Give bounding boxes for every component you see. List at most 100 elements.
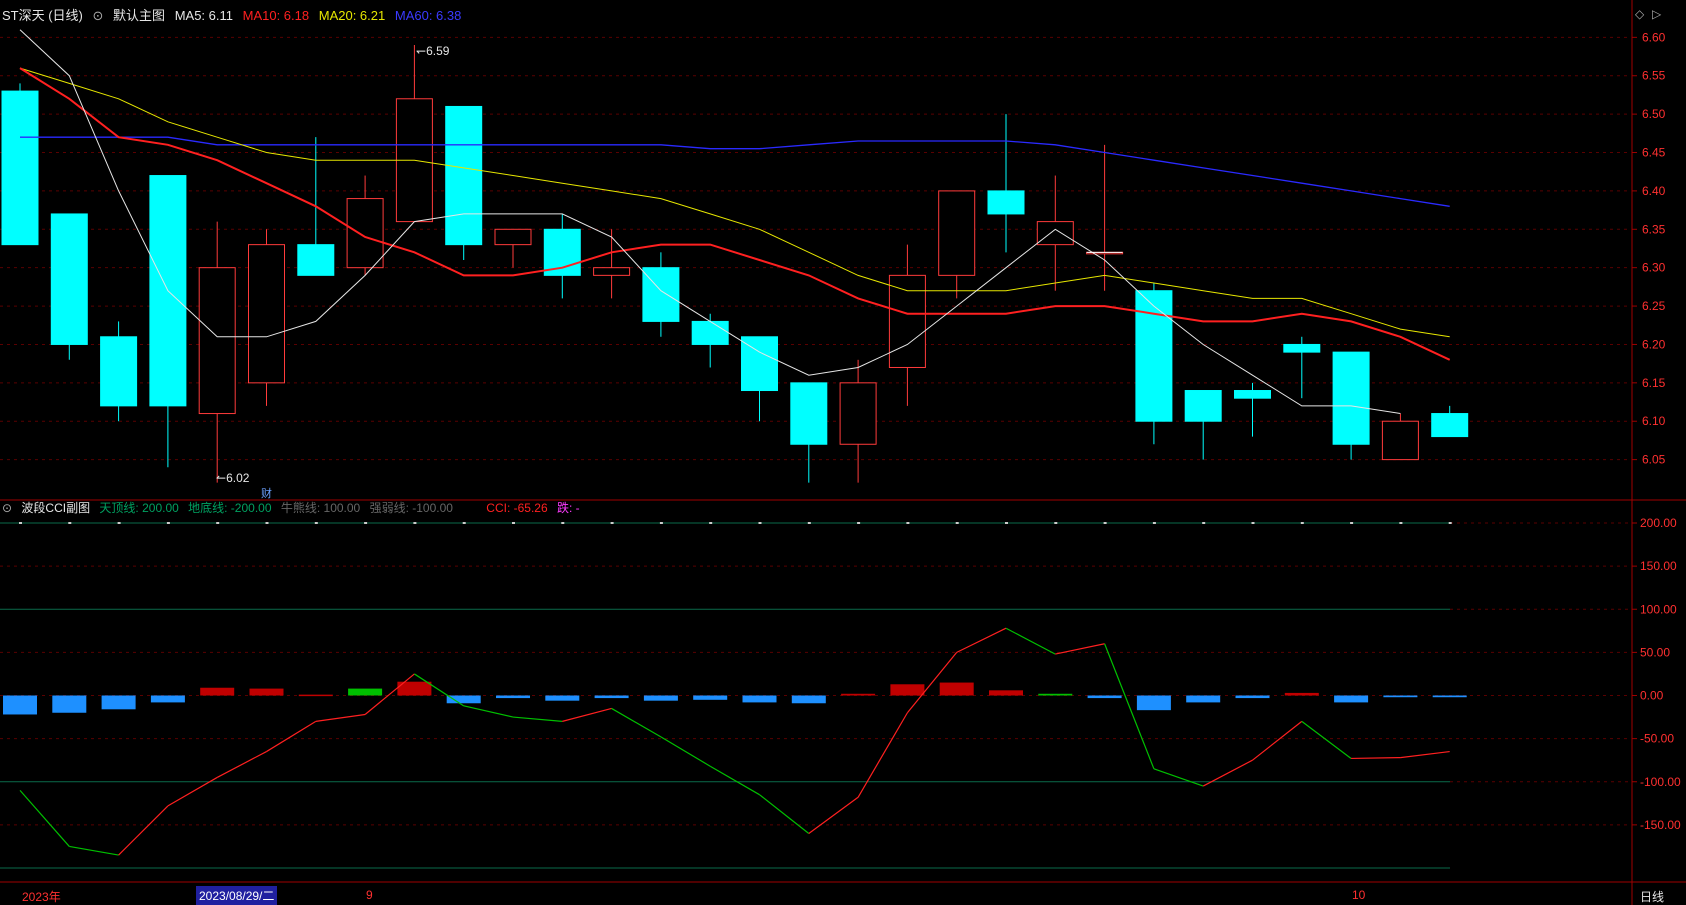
- cci-bar: [496, 695, 530, 699]
- candle-body: [888, 274, 926, 368]
- price-tick-label: 6.15: [1642, 376, 1666, 390]
- candle-body: [593, 267, 631, 276]
- price-tick-label: 6.25: [1642, 299, 1666, 313]
- candle-body: [1283, 343, 1321, 353]
- candle-body: [494, 228, 532, 246]
- top-line-dot: [314, 522, 318, 524]
- candle-body: [198, 267, 236, 415]
- candle-body: [50, 213, 88, 345]
- cci-value-label: CCI: -65.26: [486, 501, 548, 515]
- candle-body: [1, 90, 39, 246]
- cci-tick-label: -100.00: [1640, 775, 1681, 789]
- top-line-dot: [1251, 522, 1255, 524]
- cci-tick-label: -150.00: [1640, 818, 1681, 832]
- cci-bar: [1432, 695, 1467, 698]
- cci-bar: [890, 684, 925, 696]
- top-line-dot: [68, 522, 72, 524]
- top-line-dot: [758, 522, 762, 524]
- top-line-dot: [1350, 522, 1354, 524]
- cci-bar: [841, 693, 876, 696]
- top-line-dot: [955, 522, 959, 524]
- cci-line-segment: [19, 789, 70, 847]
- price-tick-label: 6.10: [1642, 414, 1666, 428]
- collapse-triangle-icon[interactable]: ▷: [1652, 7, 1661, 21]
- ma60-label: MA60: 6.38: [394, 8, 462, 23]
- price-tick-label: 6.35: [1642, 222, 1666, 236]
- cci-bar: [446, 695, 481, 704]
- cci-tick-label: -50.00: [1640, 732, 1674, 746]
- cci-bar: [298, 694, 333, 697]
- candle-body: [1036, 221, 1074, 246]
- cci-bar: [3, 695, 37, 715]
- candle-body: [987, 190, 1025, 215]
- top-line-dot: [1202, 522, 1206, 524]
- cci-bar: [1087, 695, 1122, 699]
- top-line-dot: [1300, 522, 1304, 524]
- stock-chart[interactable]: 6.60 6.55 6.50 6.45 6.40 6.35 6.30 6.25 6.20 6.15…: [0, 0, 1686, 905]
- top-line-dot: [1152, 522, 1156, 524]
- cci-line-segment: [266, 720, 317, 753]
- top-line-label: 天顶线: 200.00: [99, 501, 179, 515]
- expand-diamond-icon[interactable]: ◇: [1635, 7, 1644, 21]
- settings-circle-icon[interactable]: ⊙: [2, 501, 12, 515]
- cci-bar: [545, 695, 580, 701]
- cci-bar: [1136, 695, 1171, 711]
- cci-line-segment: [315, 713, 366, 722]
- cci-bar: [249, 688, 284, 696]
- cci-tick-label: 200.00: [1640, 516, 1677, 530]
- cci-line-segment: [759, 794, 810, 834]
- price-tick-label: 6.60: [1642, 30, 1666, 44]
- cci-bar: [150, 695, 185, 703]
- top-line-dot: [1399, 522, 1403, 524]
- candle-body: [1234, 390, 1271, 399]
- cci-bar: [1334, 695, 1369, 703]
- top-line-dot: [19, 522, 22, 524]
- stock-title[interactable]: ST深天 (日线): [2, 8, 83, 23]
- candle-body: [642, 267, 680, 322]
- main-indicator-name[interactable]: 默认主图: [113, 8, 165, 23]
- cci-line-segment: [562, 707, 612, 722]
- top-line-dot: [807, 522, 811, 524]
- september-label: 9: [366, 888, 373, 902]
- price-tick-label: 6.30: [1642, 261, 1666, 275]
- bottom-line-label: 地底线: -200.00: [188, 501, 272, 515]
- candle-body: [100, 336, 138, 407]
- top-line-dot: [265, 522, 269, 524]
- cci-series: [3, 522, 1467, 856]
- ma60-line: [20, 136, 1450, 207]
- settings-circle-icon[interactable]: ⊙: [93, 8, 104, 23]
- period-label[interactable]: 日线: [1640, 888, 1664, 905]
- cci-line-segment: [69, 845, 119, 856]
- top-line-dot: [906, 522, 910, 524]
- cci-bar: [200, 687, 235, 696]
- cci-line-segment: [808, 796, 859, 834]
- price-tick-label: 6.05: [1642, 453, 1666, 467]
- top-line-dot: [857, 522, 861, 524]
- cci-bar: [939, 682, 974, 696]
- cci-bar: [1186, 695, 1221, 703]
- candle-body: [1332, 351, 1370, 445]
- cci-bar: [1284, 692, 1319, 696]
- sub-indicator-name[interactable]: 波段CCI副图: [21, 501, 90, 515]
- cci-bar: [742, 695, 777, 703]
- cci-line-segment: [1252, 720, 1303, 761]
- top-line-dot: [1448, 522, 1452, 524]
- finance-marker[interactable]: 财: [261, 485, 272, 501]
- candle-body: [839, 382, 877, 445]
- cci-line-segment: [709, 765, 760, 796]
- cci-line-segment: [118, 805, 169, 856]
- cci-bar: [1235, 695, 1270, 699]
- top-line-dot: [1103, 522, 1107, 524]
- cci-bar: [348, 688, 383, 696]
- fall-label: 跌: -: [557, 501, 580, 515]
- low-price-marker: ↼6.02: [216, 471, 250, 485]
- cci-bar: [643, 695, 678, 701]
- top-line-dot: [1005, 522, 1008, 524]
- top-line-dot: [709, 522, 713, 524]
- candle-body: [790, 382, 828, 445]
- top-line-dot: [216, 522, 220, 524]
- price-tick-label: 6.50: [1642, 107, 1666, 121]
- bull-line-label: 牛熊线: 100.00: [280, 501, 361, 515]
- cci-line-segment: [1301, 720, 1352, 759]
- candle-body: [445, 105, 483, 246]
